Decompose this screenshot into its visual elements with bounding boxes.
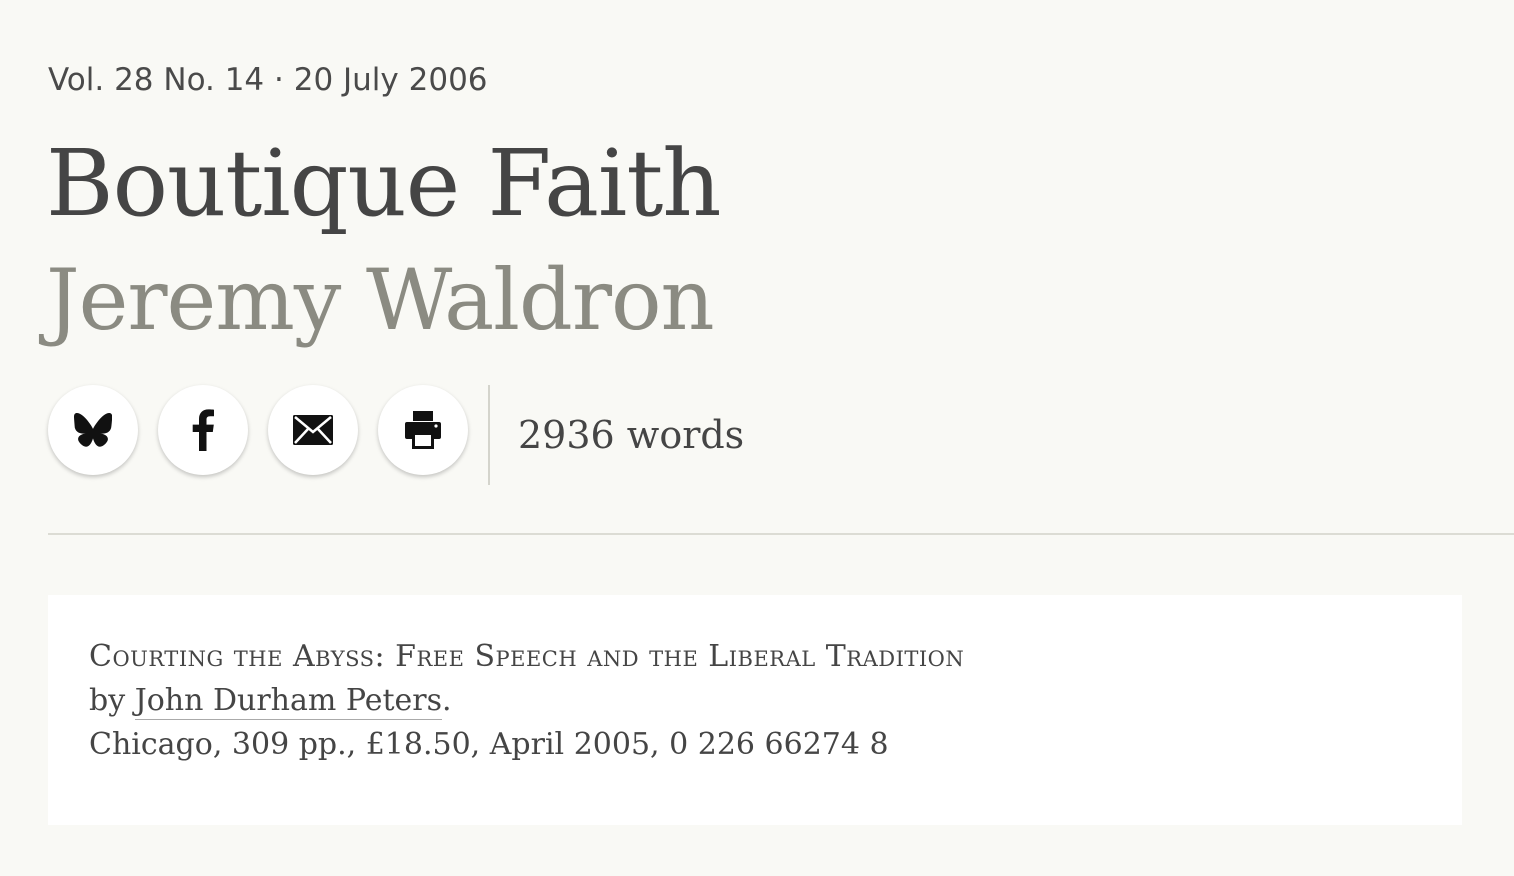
book-author-link[interactable]: John Durham Peters (134, 683, 443, 720)
email-icon (293, 415, 333, 445)
facebook-icon (191, 409, 215, 451)
book-by-prefix: by (89, 683, 126, 718)
book-author-suffix: . (442, 683, 452, 718)
word-count: 2936 words (518, 413, 745, 457)
reviewed-book-info: Courting the Abyss: Free Speech and the … (89, 635, 964, 767)
reviewed-book-box: Courting the Abyss: Free Speech and the … (48, 595, 1462, 825)
book-title: Courting the Abyss: Free Speech and the … (89, 639, 965, 674)
share-email-button[interactable] (268, 385, 358, 475)
book-publication-details: Chicago, 309 pp., £18.50, April 2005, 0 … (89, 727, 889, 762)
share-divider (488, 385, 490, 485)
share-bluesky-button[interactable] (48, 385, 138, 475)
print-button[interactable] (378, 385, 468, 475)
issue-date-line: Vol. 28 No. 14 · 20 July 2006 (48, 62, 488, 98)
article-title: Boutique Faith (46, 130, 722, 237)
book-author-line: by John Durham Peters. (89, 679, 964, 723)
share-bar (48, 385, 490, 485)
butterfly-icon (74, 413, 112, 447)
article-author[interactable]: Jeremy Waldron (46, 248, 715, 352)
share-facebook-button[interactable] (158, 385, 248, 475)
section-divider (48, 533, 1514, 535)
print-icon (405, 411, 441, 449)
